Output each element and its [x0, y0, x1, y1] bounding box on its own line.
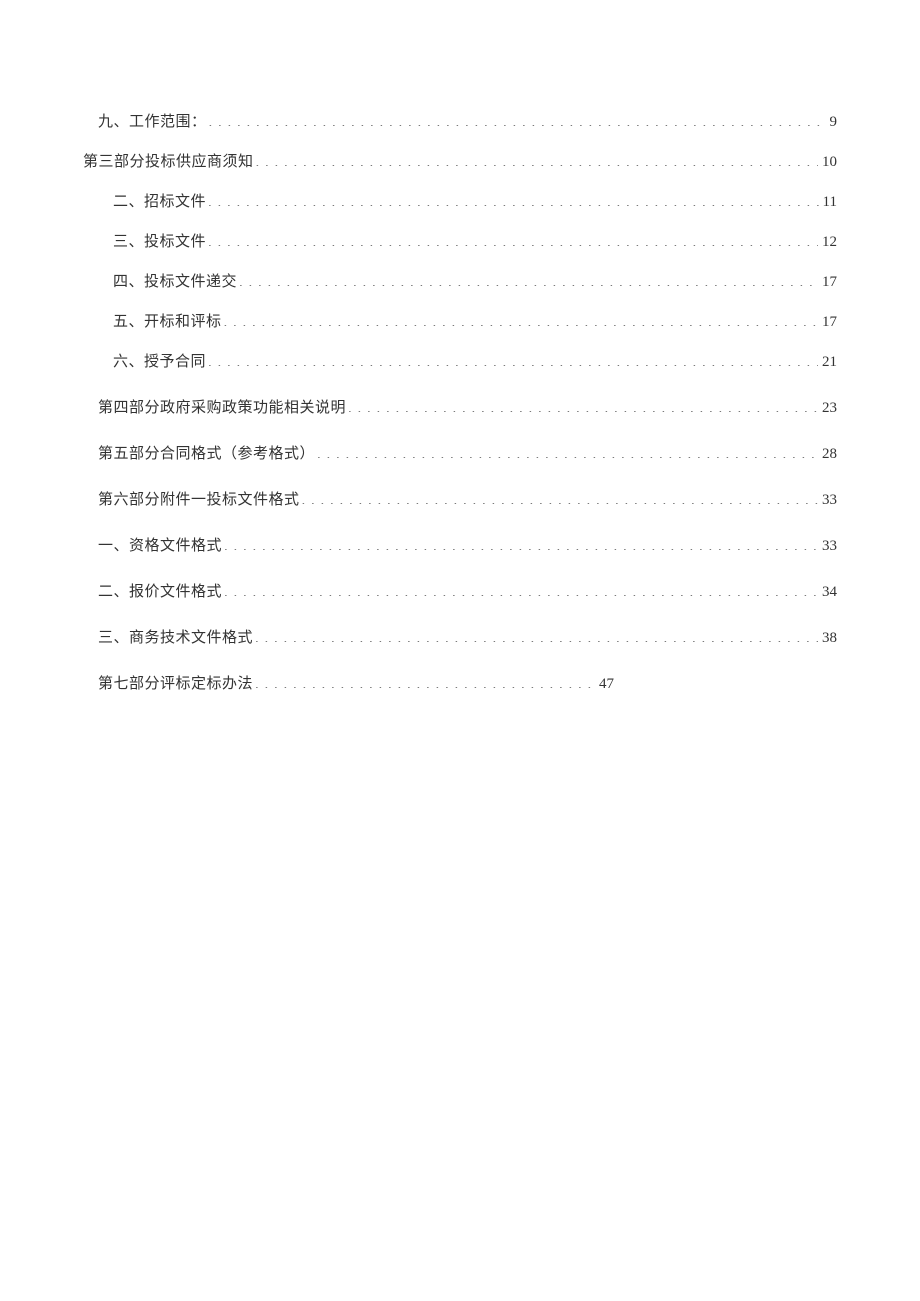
toc-label: 五、开标和评标 — [113, 310, 222, 334]
toc-page: 33 — [820, 534, 837, 558]
toc-entry: 二、招标文件 11 — [83, 190, 837, 214]
toc-label: 第六部分附件一投标文件格式 — [98, 488, 300, 512]
toc-entry: 第三部分投标供应商须知 10 — [83, 150, 837, 174]
toc-page: 17 — [820, 270, 837, 294]
toc-leader — [255, 673, 595, 688]
toc-entry: 第六部分附件一投标文件格式 33 — [83, 488, 837, 512]
toc-page: 11 — [821, 190, 837, 214]
toc-entry: 三、投标文件 12 — [83, 230, 837, 254]
toc-page: 9 — [828, 110, 838, 134]
toc-leader — [302, 489, 818, 504]
toc-label: 三、投标文件 — [113, 230, 206, 254]
toc-entry: 二、报价文件格式 34 — [83, 580, 837, 604]
toc-page: 47 — [597, 672, 614, 696]
toc-leader — [208, 191, 819, 206]
toc-leader — [317, 443, 818, 458]
toc-leader — [224, 535, 818, 550]
toc-page: 21 — [820, 350, 837, 374]
toc-label: 第四部分政府采购政策功能相关说明 — [98, 396, 346, 420]
toc-label: 四、投标文件递交 — [113, 270, 237, 294]
toc-page: 17 — [820, 310, 837, 334]
toc-page: 34 — [820, 580, 837, 604]
toc-leader — [256, 151, 818, 166]
toc-entry: 第五部分合同格式（参考格式） 28 — [83, 442, 837, 466]
toc-entry: 五、开标和评标 17 — [83, 310, 837, 334]
toc-entry: 第七部分评标定标办法 47 — [83, 672, 837, 696]
toc-leader — [208, 351, 818, 366]
toc-leader — [348, 397, 818, 412]
toc-leader — [224, 311, 818, 326]
toc-entry: 三、商务技术文件格式 38 — [83, 626, 837, 650]
toc-leader — [239, 271, 818, 286]
toc-page: 12 — [820, 230, 837, 254]
toc-page: 10 — [820, 150, 837, 174]
toc-page: 33 — [820, 488, 837, 512]
toc-label: 第五部分合同格式（参考格式） — [98, 442, 315, 466]
toc-label: 二、报价文件格式 — [98, 580, 222, 604]
toc-entry: 一、资格文件格式 33 — [83, 534, 837, 558]
toc-entry: 六、授予合同 21 — [83, 350, 837, 374]
toc-label: 六、授予合同 — [113, 350, 206, 374]
toc-leader — [208, 231, 818, 246]
toc-label: 九、工作范围： — [98, 110, 207, 134]
toc-leader — [209, 111, 826, 126]
toc-label: 第七部分评标定标办法 — [98, 672, 253, 696]
toc-page: 28 — [820, 442, 837, 466]
toc-label: 二、招标文件 — [113, 190, 206, 214]
table-of-contents: 九、工作范围： 9 第三部分投标供应商须知 10 二、招标文件 11 三、投标文… — [83, 110, 837, 696]
toc-entry: 四、投标文件递交 17 — [83, 270, 837, 294]
toc-page: 23 — [820, 396, 837, 420]
toc-leader — [224, 581, 818, 596]
toc-entry: 第四部分政府采购政策功能相关说明 23 — [83, 396, 837, 420]
toc-label: 第三部分投标供应商须知 — [83, 150, 254, 174]
toc-page: 38 — [820, 626, 837, 650]
toc-leader — [255, 627, 818, 642]
toc-label: 三、商务技术文件格式 — [98, 626, 253, 650]
toc-label: 一、资格文件格式 — [98, 534, 222, 558]
toc-entry: 九、工作范围： 9 — [83, 110, 837, 134]
